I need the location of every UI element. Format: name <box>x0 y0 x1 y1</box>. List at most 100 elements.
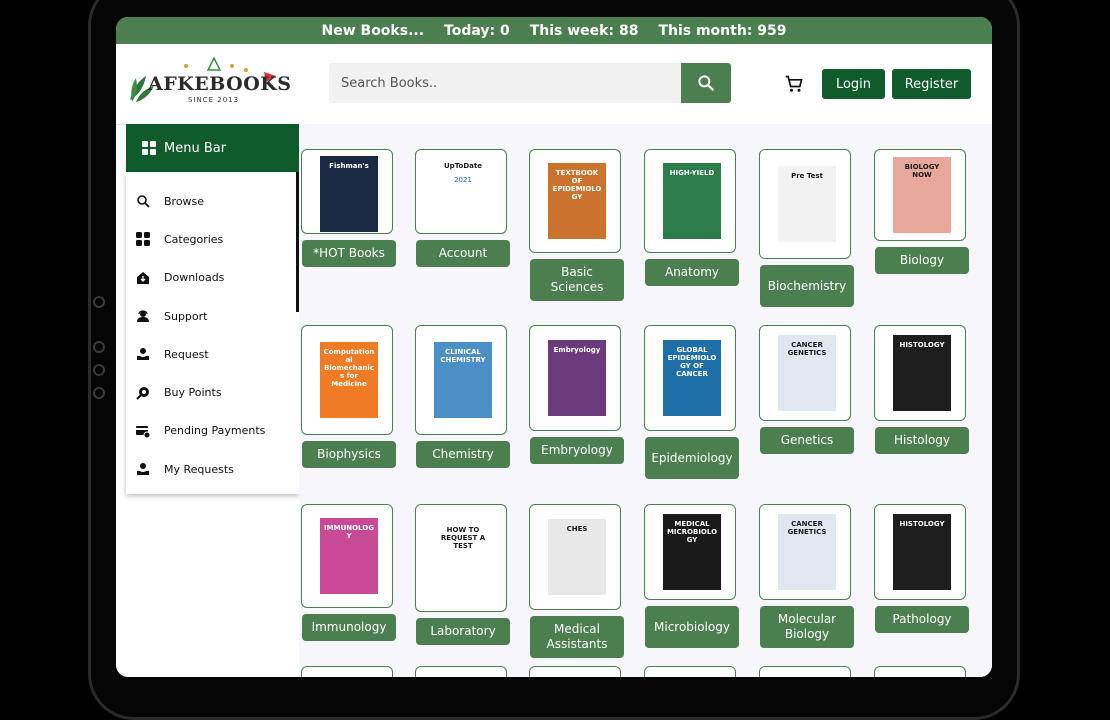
login-button[interactable]: Login <box>822 69 885 99</box>
download-icon <box>137 271 149 284</box>
search-icon <box>137 195 150 208</box>
book-cover-frame[interactable]: BIOLOGY NOW <box>874 149 966 241</box>
book-cover-title: GLOBAL EPIDEMIOLOGY OF CANCER <box>667 346 717 378</box>
category-label[interactable]: Chemistry <box>416 441 510 468</box>
register-button[interactable]: Register <box>892 69 971 99</box>
category-label[interactable]: Genetics <box>760 427 854 454</box>
category-label[interactable]: *HOT Books <box>302 240 396 267</box>
book-cover-title: Fishman's <box>329 162 369 170</box>
month-count: This month: 959 <box>658 22 787 39</box>
sidebar-item-categories[interactable]: Categories <box>126 220 299 258</box>
category-label[interactable]: Basic Sciences <box>530 259 624 301</box>
header: AFKEBOOKS SINCE 2013 Login Register <box>116 44 992 125</box>
book-cover-title: Pre Test <box>791 172 823 180</box>
book-cover-frame[interactable]: CHES <box>529 504 621 610</box>
book-cover-frame[interactable] <box>415 666 507 677</box>
book-cover-title: MEDICAL MICROBIOLOGY <box>666 520 718 544</box>
book-cover-subtitle: 2021 <box>454 176 472 184</box>
book-cover-frame[interactable]: Fishman's <box>301 149 393 234</box>
book-cover: CHES <box>548 519 606 595</box>
book-cover-frame[interactable]: CANCER GENETICS <box>759 325 851 421</box>
book-cover: TEXTBOOK OF EPIDEMIOLOGY <box>548 163 606 239</box>
category-label[interactable]: Biology <box>875 247 969 274</box>
category-label[interactable]: Biochemistry <box>760 265 854 307</box>
book-cover-title: Embryology <box>553 346 601 354</box>
tablet-side-button <box>93 296 105 308</box>
new-books-link[interactable]: New Books... <box>322 23 425 39</box>
book-cover-frame[interactable] <box>301 666 393 677</box>
site-logo[interactable]: AFKEBOOKS SINCE 2013 <box>126 56 291 112</box>
category-label[interactable]: Histology <box>875 427 969 454</box>
sidebar-item-label: Browse <box>164 194 205 208</box>
category-label[interactable]: Epidemiology <box>645 437 739 479</box>
menu-bar-toggle[interactable]: Menu Bar <box>126 124 299 172</box>
book-cover: CLINICAL CHEMISTRY <box>434 342 492 418</box>
sidebar-item-browse[interactable]: Browse <box>126 182 299 220</box>
logo-since: SINCE 2013 <box>188 96 240 104</box>
book-cover-frame[interactable]: HISTOLOGY <box>874 325 966 421</box>
book-cover-frame[interactable]: CANCER GENETICS <box>759 504 851 600</box>
category-label[interactable]: Anatomy <box>645 259 739 286</box>
cart-icon[interactable] <box>784 74 804 94</box>
category-label[interactable]: Microbiology <box>645 606 739 648</box>
search-input[interactable] <box>329 63 681 103</box>
book-cover-title: TEXTBOOK OF EPIDEMIOLOGY <box>552 169 602 201</box>
book-cover: Embryology <box>548 340 606 416</box>
book-cover-frame[interactable]: UpToDate 2021 <box>415 149 507 234</box>
book-cover-frame[interactable]: IMMUNOLOGY <box>301 504 393 608</box>
category-label[interactable]: Account <box>416 240 510 267</box>
book-cover: HOW TO REQUEST A TEST <box>434 520 492 596</box>
app-screen: New Books... Today: 0 This week: 88 This… <box>116 17 992 677</box>
sidebar-item-label: Pending Payments <box>164 424 266 438</box>
book-cover-title: HISTOLOGY <box>899 341 945 349</box>
menu-title: Menu Bar <box>164 140 227 156</box>
book-cover: Computational Biomechanics for Medicine <box>320 342 378 418</box>
category-label[interactable]: Medical Assistants <box>530 616 624 658</box>
today-count: Today: 0 <box>444 22 510 39</box>
sidebar-item-label: Request <box>164 347 209 361</box>
book-cover: MEDICAL MICROBIOLOGY <box>663 514 721 590</box>
book-cover-title: Computational Biomechanics for Medicine <box>323 348 375 388</box>
book-cover-frame[interactable]: Computational Biomechanics for Medicine <box>301 325 393 435</box>
book-cover-frame[interactable] <box>874 666 966 677</box>
book-cover: HIGH-YIELD <box>663 163 721 239</box>
category-label[interactable]: Immunology <box>302 614 396 641</box>
book-cover-frame[interactable]: Embryology <box>529 325 621 431</box>
sidebar-item-buy-points[interactable]: Buy Points <box>126 373 299 411</box>
sidebar-item-request[interactable]: Request <box>126 335 299 373</box>
book-cover-frame[interactable]: CLINICAL CHEMISTRY <box>415 325 507 435</box>
coin-icon <box>136 386 149 400</box>
search-button[interactable] <box>681 63 731 103</box>
tablet-side-button <box>93 387 105 399</box>
search-icon <box>698 75 714 91</box>
sidebar-item-pending-payments[interactable]: Pending Payments <box>126 412 299 450</box>
sidebar-item-downloads[interactable]: Downloads <box>126 259 299 297</box>
book-cover: GLOBAL EPIDEMIOLOGY OF CANCER <box>663 340 721 416</box>
sidebar: Menu Bar Browse Categories Downloads Sup… <box>126 124 299 495</box>
category-label[interactable]: Molecular Biology <box>760 606 854 648</box>
book-cover-frame[interactable] <box>759 666 851 677</box>
book-cover: UpToDate 2021 <box>434 156 492 232</box>
book-cover: HISTOLOGY <box>893 335 951 411</box>
logo-name: AFKEBOOKS <box>148 73 292 95</box>
tablet-side-button <box>93 341 105 353</box>
category-label[interactable]: Pathology <box>875 606 969 633</box>
book-cover-frame[interactable]: MEDICAL MICROBIOLOGY <box>644 504 736 600</box>
book-cover-frame[interactable]: HIGH-YIELD <box>644 149 736 253</box>
book-cover-frame[interactable] <box>529 666 621 677</box>
sidebar-item-support[interactable]: Support <box>126 297 299 335</box>
category-label[interactable]: Embryology <box>530 437 624 464</box>
book-cover-frame[interactable]: GLOBAL EPIDEMIOLOGY OF CANCER <box>644 325 736 431</box>
book-cover-title: HISTOLOGY <box>899 520 945 528</box>
book-cover-frame[interactable]: HOW TO REQUEST A TEST <box>415 504 507 612</box>
book-cover-frame[interactable] <box>644 666 736 677</box>
sidebar-item-my-requests[interactable]: My Requests <box>126 450 299 488</box>
book-cover-frame[interactable]: Pre Test <box>759 149 851 259</box>
category-label[interactable]: Laboratory <box>416 618 510 645</box>
book-cover-frame[interactable]: TEXTBOOK OF EPIDEMIOLOGY <box>529 149 621 253</box>
book-cover-frame[interactable]: HISTOLOGY <box>874 504 966 600</box>
category-label[interactable]: Biophysics <box>302 441 396 468</box>
sidebar-item-label: Buy Points <box>164 386 222 400</box>
book-cover-title: CANCER GENETICS <box>787 341 827 357</box>
support-icon <box>137 310 149 323</box>
